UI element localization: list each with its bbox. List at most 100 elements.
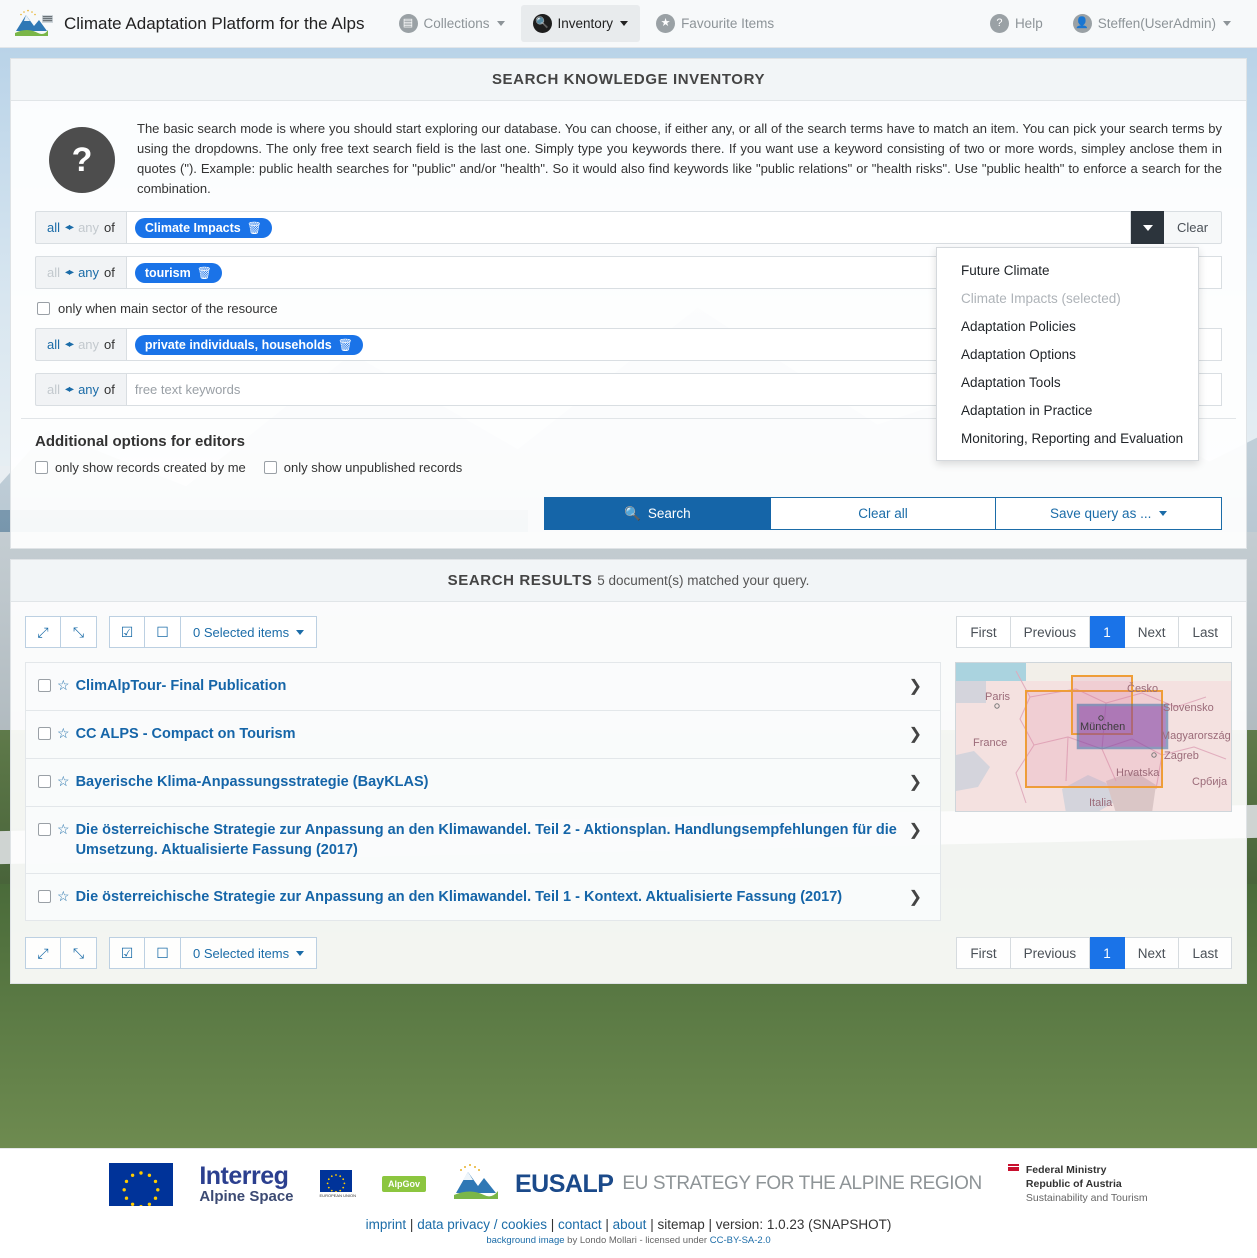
dropdown-item-future-climate[interactable]: Future Climate [937,256,1198,284]
mode-toggle-1[interactable]: all ◂▸ any of [35,211,126,244]
result-title[interactable]: Bayerische Klima-Anpassungsstrategie (Ba… [76,772,903,792]
mode-all-4[interactable]: all [47,382,60,397]
page-first-top[interactable]: First [956,616,1010,648]
expand-all-button-top[interactable]: ⤢ [25,616,61,648]
deselect-all-button-top[interactable]: ☐ [145,616,181,648]
table-row[interactable]: ☆ CC ALPS - Compact on Tourism ❯ [25,710,941,758]
nav-item-help[interactable]: ? Help [978,5,1055,42]
selected-items-dropdown-bottom[interactable]: 0 Selected items [181,937,317,969]
mode-any-3[interactable]: any [78,337,99,352]
dropdown-item-adaptation-options[interactable]: Adaptation Options [937,340,1198,368]
footer-link-sitemap[interactable]: sitemap [657,1217,704,1232]
mode-toggle-3[interactable]: all ◂▸ any of [35,328,126,361]
page-last-bottom[interactable]: Last [1179,937,1232,969]
page-current-bottom[interactable]: 1 [1090,937,1125,969]
expand-all-button-bottom[interactable]: ⤢ [25,937,61,969]
mode-toggle-2[interactable]: all ◂▸ any of [35,256,126,289]
dropdown-item-climate-impacts[interactable]: Climate Impacts (selected) [937,284,1198,312]
tag-chip[interactable]: Climate Impacts 🗑 [135,218,272,238]
chevron-right-icon[interactable]: ❯ [903,820,928,840]
save-query-button[interactable]: Save query as ... [996,497,1222,530]
mode-any-1[interactable]: any [78,220,99,235]
dropdown-item-adaptation-in-practice[interactable]: Adaptation in Practice [937,396,1198,424]
row-checkbox[interactable] [38,775,51,788]
favourite-star-icon[interactable]: ☆ [57,773,70,790]
chevron-right-icon[interactable]: ❯ [903,676,928,696]
mode-all-2[interactable]: all [47,265,60,280]
clear-row-button[interactable]: Clear [1164,211,1222,244]
row-checkbox[interactable] [38,727,51,740]
page-current-top[interactable]: 1 [1090,616,1125,648]
created-by-me-checkbox[interactable] [35,461,48,474]
chevron-right-icon[interactable]: ❯ [903,724,928,744]
table-row[interactable]: ☆ ClimAlpTour- Final Publication ❯ [25,662,941,710]
brand[interactable]: Climate Adaptation Platform for the Alps [14,9,365,39]
page-first-bottom[interactable]: First [956,937,1010,969]
select-all-button-bottom[interactable]: ☑ [109,937,145,969]
selected-items-dropdown-top[interactable]: 0 Selected items [181,616,317,648]
mode-any-2[interactable]: any [78,265,99,280]
mode-all-1[interactable]: all [47,220,60,235]
nav-item-favourite-items[interactable]: ★ Favourite Items [644,5,786,42]
favourite-star-icon[interactable]: ☆ [57,821,70,838]
row-checkbox[interactable] [38,823,51,836]
help-question-icon[interactable]: ? [49,127,115,193]
mode-switch-icon[interactable]: ◂▸ [65,222,73,233]
tag-chip[interactable]: tourism 🗑 [135,263,222,283]
trash-icon[interactable]: 🗑 [247,221,262,235]
collapse-all-button-bottom[interactable]: ⤡ [61,937,97,969]
dropdown-item-adaptation-policies[interactable]: Adaptation Policies [937,312,1198,340]
result-title[interactable]: Die österreichische Strategie zur Anpass… [76,820,903,860]
page-previous-bottom[interactable]: Previous [1011,937,1091,969]
favourite-star-icon[interactable]: ☆ [57,888,70,905]
unpublished-checkbox[interactable] [264,461,277,474]
editor-option-unpublished[interactable]: only show unpublished records [264,460,463,475]
nav-item-collections[interactable]: ▤ Collections [387,5,517,42]
footer-link-contact[interactable]: contact [558,1217,602,1232]
search-field-1[interactable]: Climate Impacts 🗑 [126,211,1131,244]
deselect-all-button-bottom[interactable]: ☐ [145,937,181,969]
mode-switch-icon[interactable]: ◂▸ [65,267,73,278]
result-title[interactable]: ClimAlpTour- Final Publication [76,676,903,696]
tag-chip[interactable]: private individuals, households 🗑 [135,335,363,355]
chevron-right-icon[interactable]: ❯ [903,887,928,907]
collapse-all-button-top[interactable]: ⤡ [61,616,97,648]
nav-item-user-menu[interactable]: 👤 Steffen(UserAdmin) [1061,5,1243,42]
result-title[interactable]: Die österreichische Strategie zur Anpass… [76,887,903,907]
chevron-right-icon[interactable]: ❯ [903,772,928,792]
footer-link-imprint[interactable]: imprint [366,1217,407,1232]
favourite-star-icon[interactable]: ☆ [57,725,70,742]
clear-all-button[interactable]: Clear all [771,497,997,530]
table-row[interactable]: ☆ Bayerische Klima-Anpassungsstrategie (… [25,758,941,806]
row-checkbox[interactable] [38,890,51,903]
footer-link-privacy[interactable]: data privacy / cookies [417,1217,547,1232]
dropdown-item-adaptation-tools[interactable]: Adaptation Tools [937,368,1198,396]
trash-icon[interactable]: 🗑 [338,338,353,352]
results-map[interactable]: Paris France Česko Slovensko München Mag… [955,662,1232,812]
row-checkbox[interactable] [38,679,51,692]
nav-item-inventory[interactable]: 🔍 Inventory [521,5,641,42]
page-last-top[interactable]: Last [1179,616,1232,648]
main-sector-checkbox[interactable] [37,302,50,315]
category-dropdown-button[interactable] [1131,211,1164,244]
credit-link-background[interactable]: background image [486,1235,564,1246]
dropdown-item-monitoring-reporting-evaluation[interactable]: Monitoring, Reporting and Evaluation [937,424,1198,452]
footer-link-about[interactable]: about [613,1217,647,1232]
mode-switch-icon[interactable]: ◂▸ [65,339,73,350]
mode-switch-icon[interactable]: ◂▸ [65,384,73,395]
table-row[interactable]: ☆ Die österreichische Strategie zur Anpa… [25,873,941,921]
editor-option-created-by-me[interactable]: only show records created by me [35,460,246,475]
mode-all-3[interactable]: all [47,337,60,352]
result-title[interactable]: CC ALPS - Compact on Tourism [76,724,903,744]
table-row[interactable]: ☆ Die österreichische Strategie zur Anpa… [25,806,941,873]
mode-any-4[interactable]: any [78,382,99,397]
page-next-bottom[interactable]: Next [1125,937,1180,969]
mode-toggle-4[interactable]: all ◂▸ any of [35,373,126,406]
search-button[interactable]: 🔍 Search [544,497,771,530]
select-all-button-top[interactable]: ☑ [109,616,145,648]
page-next-top[interactable]: Next [1125,616,1180,648]
page-previous-top[interactable]: Previous [1011,616,1091,648]
favourite-star-icon[interactable]: ☆ [57,677,70,694]
trash-icon[interactable]: 🗑 [197,266,212,280]
credit-link-license[interactable]: CC-BY-SA-2.0 [710,1235,771,1246]
